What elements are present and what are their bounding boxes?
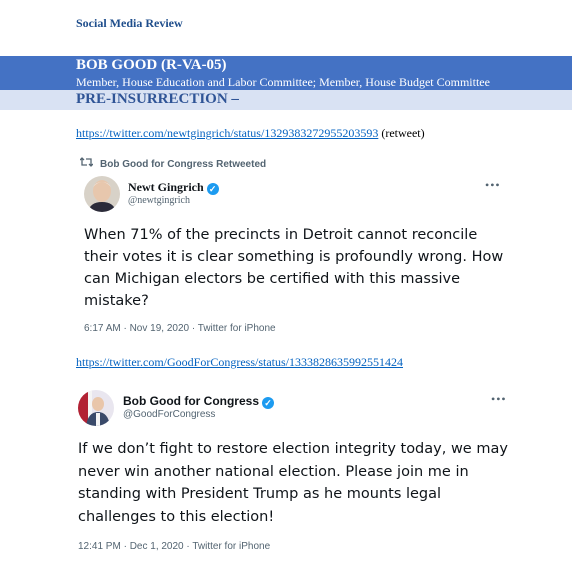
tweet-meta-1[interactable]: 6:17 AM · Nov 19, 2020 · Twitter for iPh… <box>84 323 276 334</box>
member-roles: Member, House Education and Labor Commit… <box>76 75 490 89</box>
tweet-link-1[interactable]: https://twitter.com/newtgingrich/status/… <box>76 126 378 140</box>
retweet-icon <box>79 157 94 170</box>
section-title: PRE-INSURRECTION – <box>76 91 239 107</box>
retweet-label: Bob Good for Congress Retweeted <box>100 159 267 170</box>
verified-badge-icon: ✓ <box>262 397 274 409</box>
verified-badge-icon: ✓ <box>206 183 219 195</box>
member-band: BOB GOOD (R-VA-05) Member, House Educati… <box>0 56 572 90</box>
document-header: Social Media Review <box>76 16 183 30</box>
tweet-text-2: If we don’t fight to restore election in… <box>78 441 508 525</box>
avatar-newt[interactable] <box>84 176 120 212</box>
tweet-link-2[interactable]: https://twitter.com/GoodForCongress/stat… <box>76 355 403 369</box>
more-options-icon[interactable]: ••• <box>485 178 501 193</box>
avatar-bob-good[interactable] <box>78 390 114 426</box>
tweet-link-line-1: https://twitter.com/newtgingrich/status/… <box>76 126 425 141</box>
section-band: PRE-INSURRECTION – <box>0 90 572 110</box>
retweet-indicator: Bob Good for Congress Retweeted <box>79 157 267 170</box>
more-options-icon[interactable]: ••• <box>491 392 507 407</box>
retweet-note: (retweet) <box>378 126 425 140</box>
tweet-link-line-2: https://twitter.com/GoodForCongress/stat… <box>76 355 403 370</box>
tweet-text-1: When 71% of the precincts in Detroit can… <box>84 227 504 309</box>
handle-2[interactable]: @GoodForCongress <box>123 409 215 420</box>
tweet-meta-2[interactable]: 12:41 PM · Dec 1, 2020 · Twitter for iPh… <box>78 541 270 552</box>
member-name: BOB GOOD (R-VA-05) <box>76 57 227 73</box>
handle-1[interactable]: @newtgingrich <box>128 195 190 206</box>
display-name-1[interactable]: Newt Gingrich ✓ <box>128 180 219 195</box>
display-name-2[interactable]: Bob Good for Congress ✓ <box>123 394 274 409</box>
